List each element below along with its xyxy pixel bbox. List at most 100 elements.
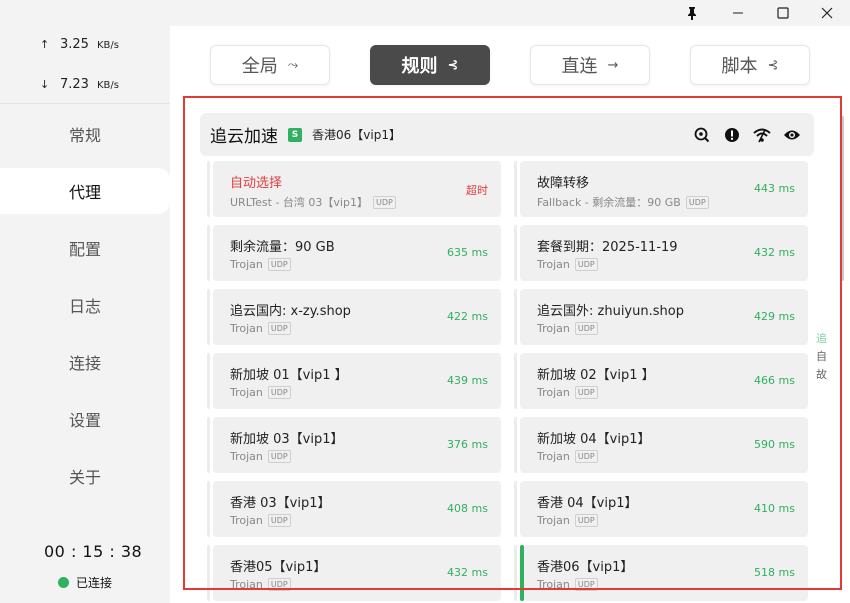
proxy-type-row: Trojan UDP [230, 450, 291, 463]
pin-icon[interactable] [669, 0, 715, 26]
minimize-icon[interactable] [715, 0, 761, 26]
proxy-latency[interactable]: 590 ms [754, 438, 795, 451]
eye-icon[interactable] [782, 125, 802, 145]
proxy-type: URLTest - 台湾 03【vip1】 [230, 196, 368, 209]
proxy-type-row: Trojan UDP [537, 386, 598, 399]
proxy-card[interactable]: 追云国内: x-zy.shop Trojan UDP 422 ms [207, 289, 501, 345]
nav-settings[interactable]: 设置 [0, 396, 170, 442]
proxy-card[interactable]: 追云国外: zhuiyun.shop Trojan UDP 429 ms [514, 289, 808, 345]
rule-mode-icon: ⊰ [447, 57, 459, 73]
download-value: 7.23 [60, 77, 89, 92]
proxy-name: 新加坡 02【vip1 】 [537, 368, 655, 383]
group-current-proxy: 香港06【vip1】 [312, 128, 401, 142]
proxy-latency[interactable]: 432 ms [754, 246, 795, 259]
proxy-latency[interactable]: 410 ms [754, 502, 795, 515]
proxy-card[interactable]: 新加坡 02【vip1 】 Trojan UDP 466 ms [514, 353, 808, 409]
proxy-latency[interactable]: 635 ms [447, 246, 488, 259]
proxy-type-row: Trojan UDP [230, 514, 291, 527]
alpha-index-item[interactable]: 追 [816, 330, 827, 346]
alert-icon[interactable] [722, 125, 742, 145]
proxy-card[interactable]: 新加坡 01【vip1 】 Trojan UDP 439 ms [207, 353, 501, 409]
proxy-latency[interactable]: 443 ms [754, 182, 795, 195]
proxy-type: Trojan [537, 514, 570, 527]
proxy-name: 香港 03【vip1】 [230, 496, 331, 511]
proxy-card[interactable]: 套餐到期：2025-11-19 Trojan UDP 432 ms [514, 225, 808, 281]
download-arrow-icon: ↓ [40, 78, 50, 91]
proxy-latency[interactable]: 429 ms [754, 310, 795, 323]
proxy-type: Trojan [230, 578, 263, 591]
proxy-type-row: Trojan UDP [230, 322, 291, 335]
udp-badge: UDP [574, 450, 598, 463]
mode-rule-tab[interactable]: 规则 ⊰ [370, 45, 490, 85]
proxy-name: 套餐到期：2025-11-19 [537, 240, 678, 255]
proxy-type: Trojan [537, 322, 570, 335]
proxy-latency[interactable]: 422 ms [447, 310, 488, 323]
global-mode-icon: ⤳ [287, 57, 299, 73]
nav-connections[interactable]: 连接 [0, 339, 170, 385]
proxy-card[interactable]: 剩余流量：90 GB Trojan UDP 635 ms [207, 225, 501, 281]
proxy-type-row: Trojan UDP [537, 258, 598, 271]
udp-badge: UDP [574, 386, 598, 399]
udp-badge: UDP [267, 578, 291, 591]
udp-badge: UDP [574, 258, 598, 271]
close-icon[interactable] [804, 0, 850, 26]
mode-global-tab[interactable]: 全局 ⤳ [210, 45, 330, 85]
upload-value: 3.25 [60, 37, 89, 52]
proxy-type: Trojan [230, 322, 263, 335]
proxy-type-row: Trojan UDP [230, 386, 291, 399]
nav-about[interactable]: 关于 [0, 453, 170, 499]
download-unit: KB/s [96, 80, 119, 91]
udp-badge: UDP [267, 514, 291, 527]
proxy-latency[interactable]: 408 ms [447, 502, 488, 515]
connection-status: 已连接 [58, 574, 112, 591]
proxy-type: Trojan [230, 258, 263, 271]
proxy-latency[interactable]: 超时 [466, 182, 488, 198]
proxy-card[interactable]: 香港 03【vip1】 Trojan UDP 408 ms [207, 481, 501, 537]
connected-dot-icon [58, 577, 69, 588]
proxy-card[interactable]: 新加坡 04【vip1】 Trojan UDP 590 ms [514, 417, 808, 473]
nav-logs[interactable]: 日志 [0, 282, 170, 328]
proxy-name: 香港06【vip1】 [537, 560, 634, 575]
alpha-index-item[interactable]: 自 [816, 348, 827, 364]
proxy-type: Trojan [230, 386, 263, 399]
proxy-latency[interactable]: 376 ms [447, 438, 488, 451]
proxy-card[interactable]: 故障转移 Fallback - 剩余流量：90 GB UDP 443 ms [514, 161, 808, 217]
proxy-card[interactable]: 香港06【vip1】 Trojan UDP 518 ms [514, 545, 808, 601]
udp-badge: UDP [267, 322, 291, 335]
upload-speed: ↑ 3.25 KB/s [40, 37, 119, 52]
proxy-list-scrollbar[interactable] [840, 116, 844, 281]
proxy-type: Trojan [230, 514, 263, 527]
nav-general[interactable]: 常规 [0, 111, 170, 157]
proxy-card[interactable]: 香港05【vip1】 Trojan UDP 432 ms [207, 545, 501, 601]
alpha-index-item[interactable]: 故 [816, 366, 827, 382]
proxy-name: 新加坡 01【vip1 】 [230, 368, 348, 383]
proxy-type-row: URLTest - 台湾 03【vip1】 UDP [230, 194, 396, 210]
sidebar: ↑ 3.25 KB/s ↓ 7.23 KB/s 常规 代理 配置 日志 连接 设置 关于… [0, 26, 170, 603]
proxy-latency[interactable]: 439 ms [447, 374, 488, 387]
nav-proxies[interactable]: 代理 [0, 168, 170, 214]
proxy-card[interactable]: 香港 04【vip1】 Trojan UDP 410 ms [514, 481, 808, 537]
proxy-name: 剩余流量：90 GB [230, 240, 335, 255]
group-type-badge: S [288, 127, 302, 142]
proxy-type-row: Trojan UDP [537, 322, 598, 335]
proxy-type: Trojan [537, 578, 570, 591]
proxy-card[interactable]: 新加坡 03【vip1】 Trojan UDP 376 ms [207, 417, 501, 473]
proxy-latency[interactable]: 466 ms [754, 374, 795, 387]
proxy-type-row: Trojan UDP [230, 258, 291, 271]
latency-test-icon[interactable] [752, 125, 772, 145]
mode-script-label: 脚本 [721, 56, 758, 77]
upload-arrow-icon: ↑ [40, 38, 50, 51]
maximize-icon[interactable] [760, 0, 806, 26]
proxy-type: Trojan [537, 386, 570, 399]
group-name: 追云加速 [210, 127, 278, 147]
locate-icon[interactable] [692, 125, 712, 145]
mode-direct-label: 直连 [561, 56, 598, 77]
proxy-group-header[interactable]: 追云加速 S 香港06【vip1】 [200, 113, 814, 156]
proxy-latency[interactable]: 518 ms [754, 566, 795, 579]
mode-script-tab[interactable]: 脚本 ⊰ [690, 45, 810, 85]
proxy-type-row: Trojan UDP [537, 578, 598, 591]
proxy-latency[interactable]: 432 ms [447, 566, 488, 579]
proxy-card[interactable]: 自动选择 URLTest - 台湾 03【vip1】 UDP 超时 [207, 161, 501, 217]
nav-profiles[interactable]: 配置 [0, 225, 170, 271]
mode-direct-tab[interactable]: 直连 → [530, 45, 650, 85]
